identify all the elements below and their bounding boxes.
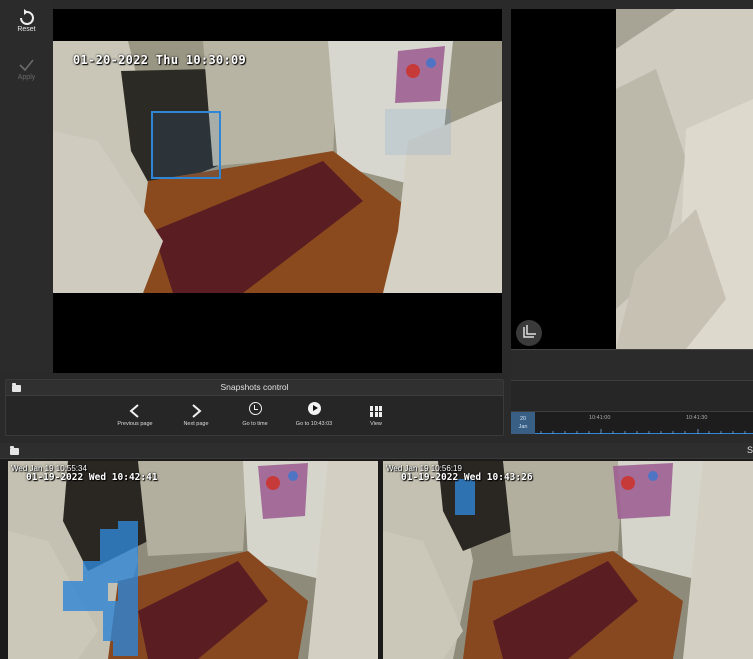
snapshots-control-title: Snapshots control (220, 382, 289, 392)
go-to-latest-button[interactable]: Go to 10:43:03 (289, 402, 339, 427)
previous-page-button[interactable]: Previous page (114, 402, 156, 427)
secondary-camera-view[interactable] (511, 9, 753, 349)
folder-icon[interactable] (10, 446, 19, 455)
main-camera-image: 01-20-2022 Thu 10:30:09 (53, 41, 502, 293)
go-to-time-button[interactable]: Go to time (235, 402, 275, 427)
next-page-label: Next page (183, 421, 209, 427)
clock-icon (248, 402, 262, 415)
layers-button[interactable] (516, 320, 542, 346)
reset-label: Reset (17, 26, 36, 33)
timeline-label: 10:41:00 (589, 415, 611, 421)
next-page-button[interactable]: Next page (176, 402, 216, 427)
motion-zone[interactable] (385, 109, 451, 155)
apply-button[interactable]: Apply (0, 56, 53, 81)
grid-icon (370, 406, 382, 417)
timeline-ticks (535, 429, 753, 434)
snapshots-control-panel: Snapshots control Previous page Next pag… (5, 379, 504, 436)
chevron-left-icon (114, 402, 156, 419)
reset-button[interactable]: Reset (0, 8, 53, 33)
timeline-date-day: 20 (519, 416, 527, 422)
timeline[interactable]: 20 Jan 10:41:00 10:41:30 (511, 411, 753, 434)
view-button[interactable]: View (361, 402, 391, 427)
snapshot-image (8, 461, 378, 659)
play-circle-icon (307, 402, 321, 415)
camera-timestamp: 01-20-2022 Thu 10:30:09 (73, 53, 247, 67)
undo-arrow-icon (0, 8, 53, 26)
main-camera-view[interactable]: 01-20-2022 Thu 10:30:09 (53, 9, 502, 373)
snapshots-panel-header: S (0, 443, 753, 459)
snapshot-thumbnail[interactable]: Wed Jan 19 10:55:34 01-19-2022 Wed 10:42… (8, 461, 378, 659)
snapshot-camera-timestamp: 01-19-2022 Wed 10:42:41 (26, 472, 158, 483)
snapshot-camera-timestamp: 01-19-2022 Wed 10:43:26 (401, 472, 533, 483)
timeline-label: 10:41:30 (686, 415, 708, 421)
snapshot-time: Wed Jan 19 10:55:34 (11, 464, 87, 473)
snapshot-time: Wed Jan 19 10:56:19 (386, 464, 462, 473)
go-to-time-label: Go to time (242, 421, 268, 427)
snapshot-image (383, 461, 753, 659)
toolbar-strip (511, 349, 753, 380)
motion-zone[interactable] (151, 111, 221, 179)
checkmark-icon (0, 56, 53, 74)
snapshots-control-header: Snapshots control (6, 380, 503, 396)
view-label: View (370, 421, 382, 427)
left-toolbar: Reset Apply (0, 0, 53, 372)
snapshot-thumbnail[interactable]: Wed Jan 19 10:56:19 01-19-2022 Wed 10:43… (383, 461, 753, 659)
timeline-date-month: Jan (518, 424, 528, 430)
toolbar-strip (511, 380, 753, 411)
secondary-camera-image (616, 9, 753, 349)
apply-label: Apply (17, 74, 36, 81)
chevron-right-icon (176, 402, 216, 419)
layers-icon (516, 320, 542, 346)
previous-page-label: Previous page (117, 421, 153, 427)
snapshots-panel-title: S (746, 445, 753, 455)
go-to-latest-label: Go to 10:43:03 (295, 421, 333, 427)
timeline-date: 20 Jan (511, 412, 535, 434)
